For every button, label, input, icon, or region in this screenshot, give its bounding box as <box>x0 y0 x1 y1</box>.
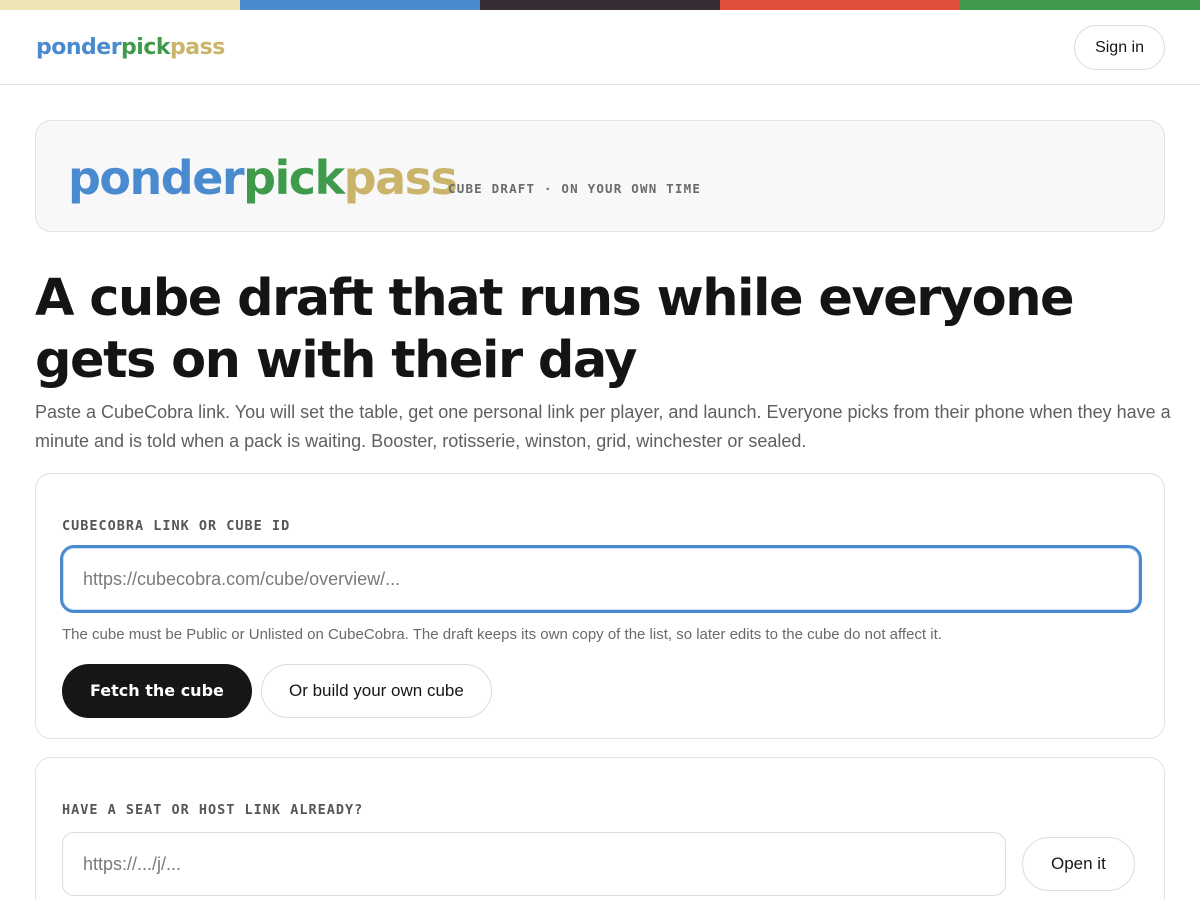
hero-brand-wordmark: ponderpickpass <box>68 149 458 207</box>
existing-link-card: HAVE A SEAT OR HOST LINK ALREADY? Open i… <box>35 757 1165 900</box>
hero-brand-ponder: ponder <box>68 151 245 205</box>
color-bar-segment-1 <box>0 0 240 10</box>
hero-tagline: CUBE DRAFT · ON YOUR OWN TIME <box>448 181 702 196</box>
brand-pick: pick <box>121 35 171 60</box>
cube-link-input[interactable] <box>60 545 1142 613</box>
cube-link-label: CUBECOBRA LINK OR CUBE ID <box>62 518 291 534</box>
brand-logo-link[interactable]: ponderpickpass <box>36 34 225 62</box>
color-bar-segment-4 <box>720 0 960 10</box>
existing-link-label: HAVE A SEAT OR HOST LINK ALREADY? <box>62 802 364 818</box>
color-bar-segment-2 <box>240 0 480 10</box>
fetch-cube-button[interactable]: Fetch the cube <box>62 664 252 718</box>
color-bar-segment-3 <box>480 0 720 10</box>
hero-banner: ponderpickpass CUBE DRAFT · ON YOUR OWN … <box>35 120 1165 232</box>
page-headline: A cube draft that runs while everyone ge… <box>35 269 1075 390</box>
hero-brand-pick: pick <box>243 151 345 205</box>
hero-brand-pass: pass <box>343 151 458 205</box>
cube-link-card: CUBECOBRA LINK OR CUBE ID The cube must … <box>35 473 1165 739</box>
intro-paragraph: Paste a CubeCobra link. You will set the… <box>35 402 1171 451</box>
open-link-button[interactable]: Open it <box>1022 837 1135 891</box>
brand-ponder: ponder <box>36 35 122 60</box>
seat-host-link-input[interactable] <box>62 832 1006 896</box>
color-bar-segment-5 <box>960 0 1200 10</box>
cube-link-hint: The cube must be Public or Unlisted on C… <box>62 626 942 643</box>
top-color-bar <box>0 0 1200 10</box>
sign-in-button[interactable]: Sign in <box>1074 25 1165 70</box>
top-navigation: ponderpickpass Sign in <box>0 10 1200 85</box>
brand-pass: pass <box>170 35 225 60</box>
build-own-cube-button[interactable]: Or build your own cube <box>261 664 492 718</box>
